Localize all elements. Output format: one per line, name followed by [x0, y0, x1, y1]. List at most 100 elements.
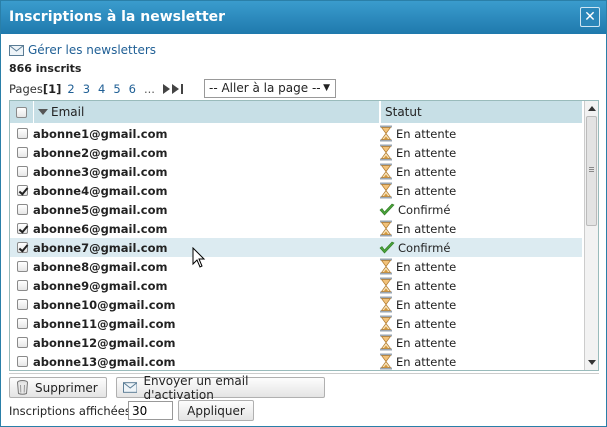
subscriber-email: abonne4@gmail.com: [33, 183, 168, 198]
hourglass-icon: [380, 334, 392, 351]
page-link[interactable]: 3: [83, 82, 90, 96]
column-status[interactable]: Statut: [381, 101, 582, 123]
header-select-cell: [10, 101, 33, 123]
apply-button[interactable]: Appliquer: [178, 400, 254, 421]
table-row[interactable]: abonne9@gmail.com En attente: [10, 276, 582, 295]
status-label: En attente: [396, 259, 457, 274]
subscriber-email: abonne12@gmail.com: [33, 335, 176, 350]
hourglass-icon: [380, 220, 392, 237]
row-checkbox[interactable]: [17, 318, 28, 329]
row-checkbox[interactable]: [17, 223, 28, 234]
newsletter-dialog: Inscriptions à la newsletter ✕ Gérer les…: [0, 0, 607, 427]
manage-newsletters-label: Gérer les newsletters: [28, 43, 157, 57]
subscriber-email: abonne6@gmail.com: [33, 221, 168, 236]
select-all-checkbox[interactable]: [16, 106, 27, 118]
column-email[interactable]: Email: [34, 101, 379, 123]
hourglass-icon: [380, 258, 392, 275]
dialog-titlebar: Inscriptions à la newsletter: [1, 1, 606, 34]
subscriber-status: Confirmé: [379, 241, 450, 255]
status-label: Confirmé: [398, 240, 451, 255]
table-row[interactable]: abonne5@gmail.com Confirmé: [10, 200, 582, 219]
row-checkbox[interactable]: [17, 261, 28, 272]
table-row[interactable]: abonne6@gmail.com En attente: [10, 219, 582, 238]
subscriber-email: abonne10@gmail.com: [33, 297, 176, 312]
page-link[interactable]: 2: [67, 82, 74, 96]
subscriber-email: abonne11@gmail.com: [33, 316, 176, 331]
status-label: En attente: [396, 183, 457, 198]
envelope-icon: [123, 382, 138, 393]
subscriber-email: abonne8@gmail.com: [33, 259, 168, 274]
scroll-up-icon[interactable]: [585, 102, 598, 115]
scroll-down-icon[interactable]: [585, 356, 598, 369]
current-page: [1]: [42, 82, 62, 96]
row-checkbox[interactable]: [17, 280, 28, 291]
hourglass-icon: [380, 296, 392, 313]
row-checkbox[interactable]: [17, 242, 28, 253]
table-row[interactable]: abonne13@gmail.com En attente: [10, 352, 582, 370]
hourglass-icon: [380, 353, 392, 370]
row-checkbox[interactable]: [17, 299, 28, 310]
subscriber-status: En attente: [379, 220, 456, 237]
subscriber-email: abonne1@gmail.com: [33, 126, 168, 141]
subscriber-status: En attente: [379, 277, 456, 294]
table-header: Email Statut: [10, 101, 582, 123]
status-label: En attente: [396, 297, 457, 312]
hourglass-icon: [380, 125, 392, 142]
pagination-label: Pages: [9, 82, 43, 96]
row-checkbox[interactable]: [17, 204, 28, 215]
table-row[interactable]: abonne8@gmail.com En attente: [10, 257, 582, 276]
row-checkbox[interactable]: [17, 356, 28, 367]
shown-count-label: Inscriptions affichées: [9, 404, 131, 418]
next-page-icon[interactable]: [162, 84, 170, 94]
table-row[interactable]: abonne7@gmail.com Confirmé: [10, 238, 582, 257]
table-row[interactable]: abonne11@gmail.com En attente: [10, 314, 582, 333]
table-row[interactable]: abonne10@gmail.com En attente: [10, 295, 582, 314]
row-checkbox[interactable]: [17, 337, 28, 348]
table-row[interactable]: abonne1@gmail.com En attente: [10, 124, 582, 143]
manage-newsletters-link[interactable]: Gérer les newsletters: [9, 43, 156, 57]
last-page-icon[interactable]: [171, 84, 179, 94]
scrollbar-thumb[interactable]: [586, 116, 597, 226]
subscriber-count: 866 inscrits: [9, 62, 82, 75]
dropdown-caret-icon: ▼: [323, 83, 330, 93]
close-button[interactable]: ✕: [580, 7, 600, 27]
delete-button[interactable]: Supprimer: [9, 377, 107, 398]
page-link[interactable]: 6: [129, 82, 136, 96]
subscriber-email: abonne2@gmail.com: [33, 145, 168, 160]
column-status-label: Statut: [385, 105, 422, 119]
status-label: En attente: [396, 354, 457, 369]
hourglass-icon: [380, 163, 392, 180]
pagination-ellipsis: ...: [144, 82, 155, 96]
status-label: En attente: [396, 316, 457, 331]
subscriber-email: abonne5@gmail.com: [33, 202, 168, 217]
send-activation-button[interactable]: Envoyer un email d'activation: [116, 374, 325, 402]
subscriber-status: En attente: [379, 334, 456, 351]
last-page-bar-icon: [180, 84, 183, 94]
subscriber-status: En attente: [379, 144, 456, 161]
pagination: Pages [1] 2 3 4 5 6 ...: [9, 82, 191, 96]
subscriber-status: En attente: [379, 296, 456, 313]
page-link[interactable]: 4: [98, 82, 105, 96]
subscriber-status: Confirmé: [379, 203, 450, 217]
hourglass-icon: [380, 315, 392, 332]
hourglass-icon: [380, 277, 392, 294]
goto-page-select[interactable]: -- Aller à la page -- ▼: [204, 79, 336, 98]
table-row[interactable]: abonne12@gmail.com En attente: [10, 333, 582, 352]
table-row[interactable]: abonne3@gmail.com En attente: [10, 162, 582, 181]
vertical-scrollbar[interactable]: [584, 101, 598, 370]
envelope-icon: [9, 44, 24, 56]
delete-label: Supprimer: [35, 380, 98, 395]
table-row[interactable]: abonne2@gmail.com En attente: [10, 143, 582, 162]
page-link[interactable]: 5: [113, 82, 120, 96]
shown-count-input[interactable]: [128, 401, 173, 420]
row-checkbox[interactable]: [17, 185, 28, 196]
row-checkbox[interactable]: [17, 166, 28, 177]
subscribers-table: Email Statut abonne1@gmail.com En attente…: [9, 100, 599, 371]
send-activation-label: Envoyer un email d'activation: [143, 373, 249, 402]
table-row[interactable]: abonne4@gmail.com En attente: [10, 181, 582, 200]
subscriber-status: En attente: [379, 163, 456, 180]
row-checkbox[interactable]: [17, 147, 28, 158]
status-label: En attente: [396, 335, 457, 350]
subscriber-status: En attente: [379, 315, 456, 332]
row-checkbox[interactable]: [17, 128, 28, 139]
